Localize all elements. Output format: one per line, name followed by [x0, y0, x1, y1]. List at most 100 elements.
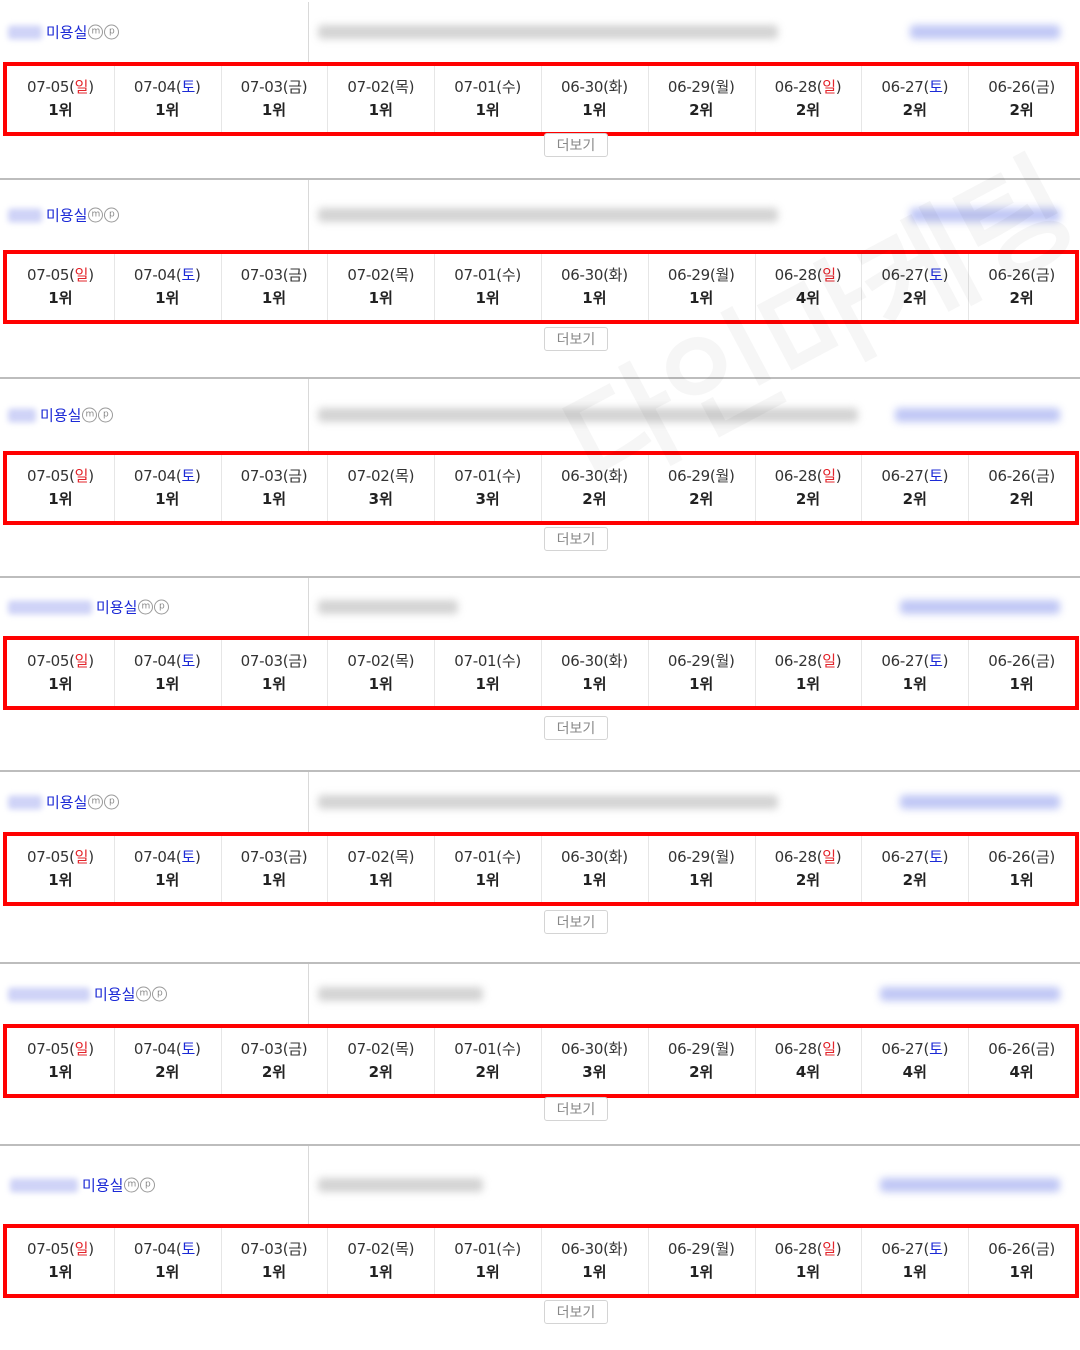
day-date: 07-03(금)	[221, 1238, 328, 1259]
day-date: 07-02(목)	[327, 1038, 434, 1059]
date-paren: )	[728, 467, 735, 485]
more-button[interactable]: 더보기	[544, 716, 608, 740]
shop-name-cell: 미용실 m p	[0, 1146, 309, 1224]
more-button[interactable]: 더보기	[544, 526, 608, 551]
pc-badge-icon: p	[104, 794, 120, 810]
shop-name-link[interactable]: 미용실	[40, 407, 81, 425]
date-paren: )	[408, 848, 415, 866]
shop-name-cell: 미용실 m p	[0, 379, 309, 451]
day-rank-cell: 07-03(금) 1위	[221, 1228, 329, 1294]
date-text: 07-01(	[454, 266, 502, 284]
day-date: 06-30(화)	[541, 465, 648, 486]
date-paren: )	[88, 652, 94, 670]
day-date: 07-04(토)	[114, 465, 221, 486]
redacted-url	[318, 987, 483, 1001]
day-rank-cell: 07-05(일) 1위	[7, 1228, 115, 1294]
day-rank-cell: 07-01(수) 1위	[434, 254, 542, 320]
more-button[interactable]: 더보기	[544, 910, 608, 934]
day-rank: 2위	[795, 101, 821, 119]
date-paren: )	[194, 1240, 201, 1258]
date-paren: )	[301, 78, 308, 96]
redacted-url	[318, 600, 458, 614]
day-rank: 2위	[902, 490, 927, 508]
day-rank-cell: 07-05(일) 1위	[7, 1028, 115, 1094]
day-of-week: 토	[181, 652, 195, 670]
day-rank: 2위	[795, 871, 821, 889]
day-rank: 1위	[582, 1263, 607, 1281]
more-button[interactable]: 더보기	[544, 1097, 608, 1121]
shop-name-link[interactable]: 미용실	[46, 24, 87, 42]
date-paren: )	[728, 266, 735, 284]
more-button[interactable]: 더보기	[544, 133, 608, 157]
shop-name-link[interactable]: 미용실	[82, 1177, 123, 1195]
day-rank-cell: 06-30(화) 1위	[541, 254, 649, 320]
redacted-url	[318, 208, 778, 222]
redacted-keyword	[910, 25, 1060, 39]
redacted-url	[318, 1178, 483, 1192]
shop-name-link[interactable]: 미용실	[94, 986, 135, 1004]
day-of-week: 수	[501, 266, 516, 284]
shop-name-link[interactable]: 미용실	[46, 207, 87, 225]
day-rank: 1위	[261, 1263, 287, 1281]
day-date: 06-29(월)	[648, 846, 755, 867]
date-paren: )	[622, 266, 628, 284]
day-of-week: 금	[288, 467, 302, 485]
day-rank-cell: 07-02(목) 1위	[327, 640, 436, 706]
day-rank-cell: 07-02(목) 1위	[327, 836, 436, 902]
day-rank-cell: 06-30(화) 1위	[541, 66, 649, 132]
day-date: 06-29(월)	[648, 1238, 755, 1259]
date-paren: )	[515, 266, 521, 284]
day-rank-cell: 07-01(수) 2위	[434, 1028, 542, 1094]
day-rank: 1위	[582, 675, 607, 693]
date-text: 06-26(	[988, 266, 1036, 284]
day-of-week: 수	[501, 652, 516, 670]
day-of-week: 토	[929, 1240, 943, 1258]
date-paren: )	[622, 78, 628, 96]
day-date: 07-05(일)	[7, 76, 114, 97]
shop-header: 미용실 m p	[0, 2, 1080, 62]
more-button[interactable]: 더보기	[544, 1300, 608, 1324]
day-date: 06-26(금)	[968, 264, 1075, 285]
day-rank-cell: 07-03(금) 2위	[221, 1028, 329, 1094]
day-date: 06-30(화)	[541, 1038, 648, 1059]
day-of-week: 수	[501, 78, 516, 96]
daily-rank-box: 07-05(일) 1위 07-04(토) 1위 07-03(금) 1위 07-02(목) 1위…	[3, 62, 1079, 136]
date-paren: )	[1049, 266, 1055, 284]
date-paren: )	[622, 652, 628, 670]
pc-badge-icon: p	[152, 986, 168, 1002]
day-of-week: 토	[181, 848, 195, 866]
date-paren: )	[515, 652, 521, 670]
shop-name-link[interactable]: 미용실	[96, 599, 137, 617]
redacted-keyword	[900, 795, 1060, 809]
day-date: 06-28(일)	[755, 1038, 862, 1059]
day-rank-cell: 06-26(금) 1위	[968, 640, 1075, 706]
date-text: 07-02(	[347, 467, 396, 485]
shop-block: 미용실 m p 07-05(일) 1위 07-04(토) 1위 07-03(금) 1위 07-02…	[0, 576, 1080, 770]
shop-block: 미용실 m p 07-05(일) 1위 07-04(토) 1위 07-03(금) 1위 07-02…	[0, 770, 1080, 962]
day-rank: 1위	[48, 675, 73, 693]
date-text: 06-27(	[881, 1040, 930, 1058]
day-rank: 1위	[155, 289, 180, 307]
date-text: 06-26(	[988, 467, 1036, 485]
redacted-keyword	[900, 600, 1060, 614]
day-date: 06-30(화)	[541, 264, 648, 285]
day-rank: 1위	[261, 675, 287, 693]
ranking-list: 미용실 m p 07-05(일) 1위 07-04(토) 1위 07-03(금) 1위 07-02…	[0, 0, 1080, 1350]
date-text: 07-04(	[133, 266, 182, 284]
shop-name-link[interactable]: 미용실	[46, 794, 87, 812]
shop-name-cell: 미용실 m p	[0, 964, 309, 1024]
day-rank: 1위	[368, 871, 393, 889]
date-text: 06-27(	[881, 848, 930, 866]
day-rank: 1위	[368, 289, 393, 307]
day-date: 06-28(일)	[755, 846, 862, 867]
date-paren: )	[622, 1240, 628, 1258]
day-rank-cell: 07-05(일) 1위	[7, 836, 115, 902]
more-button[interactable]: 더보기	[544, 326, 608, 351]
day-of-week: 토	[929, 266, 943, 284]
day-of-week: 월	[715, 652, 729, 670]
date-text: 07-01(	[454, 467, 502, 485]
day-rank: 1위	[368, 101, 393, 119]
daily-rank-box: 07-05(일) 1위 07-04(토) 1위 07-03(금) 1위 07-02(목) 1위…	[3, 832, 1079, 906]
day-rank-cell: 06-26(금) 2위	[968, 66, 1075, 132]
shop-block: 미용실 m p 07-05(일) 1위 07-04(토) 1위 07-03(금) 1위 07-02…	[0, 1144, 1080, 1350]
